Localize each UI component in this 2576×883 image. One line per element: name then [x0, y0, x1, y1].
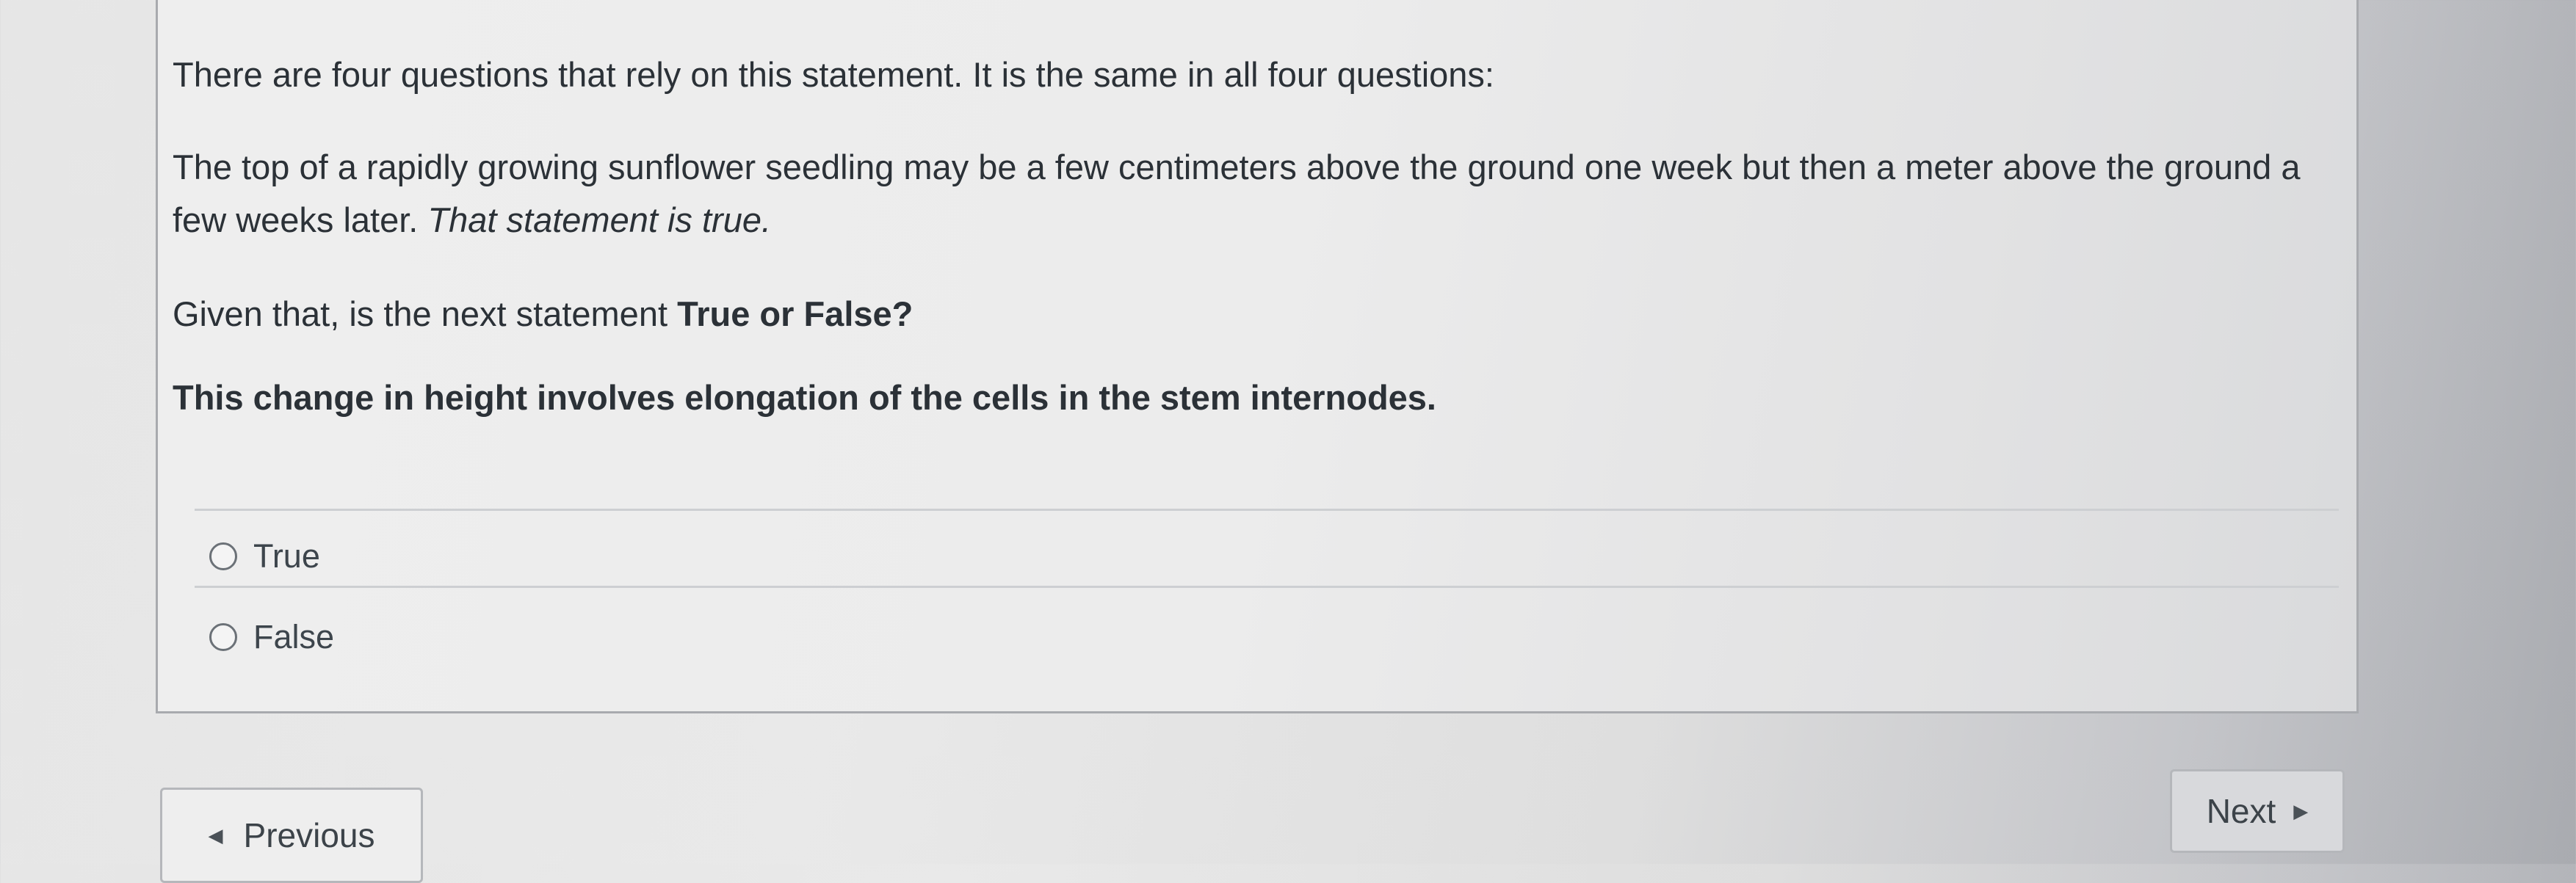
question-card: There are four questions that rely on th… — [156, 0, 2359, 713]
question-statement: The top of a rapidly growing sunflower s… — [173, 141, 2331, 247]
answer-label-false: False — [253, 618, 335, 655]
next-label: Next — [2206, 792, 2276, 830]
question-prompt: This change in height involves elongatio… — [173, 378, 1436, 417]
answer-option-false[interactable]: False — [209, 604, 334, 670]
given-prefix: Given that, is the next statement — [173, 294, 668, 333]
next-button[interactable]: Next ▶ — [2170, 769, 2345, 853]
previous-button[interactable]: ◀ Previous — [160, 788, 423, 883]
triangle-right-icon: ▶ — [2293, 799, 2309, 822]
answer-label-true: True — [253, 537, 320, 575]
answer-option-true[interactable]: True — [209, 523, 320, 589]
question-given: Given that, is the next statement True o… — [173, 288, 913, 341]
radio-true[interactable] — [209, 542, 237, 570]
statement-emphasis: That statement is true. — [427, 200, 772, 239]
answers-divider — [195, 586, 2339, 588]
answers-divider-top — [195, 509, 2339, 511]
radio-false[interactable] — [209, 623, 237, 651]
triangle-left-icon: ◀ — [208, 824, 223, 846]
question-intro: There are four questions that rely on th… — [173, 55, 1494, 94]
given-bold: True or False? — [677, 294, 913, 333]
previous-label: Previous — [243, 816, 375, 854]
